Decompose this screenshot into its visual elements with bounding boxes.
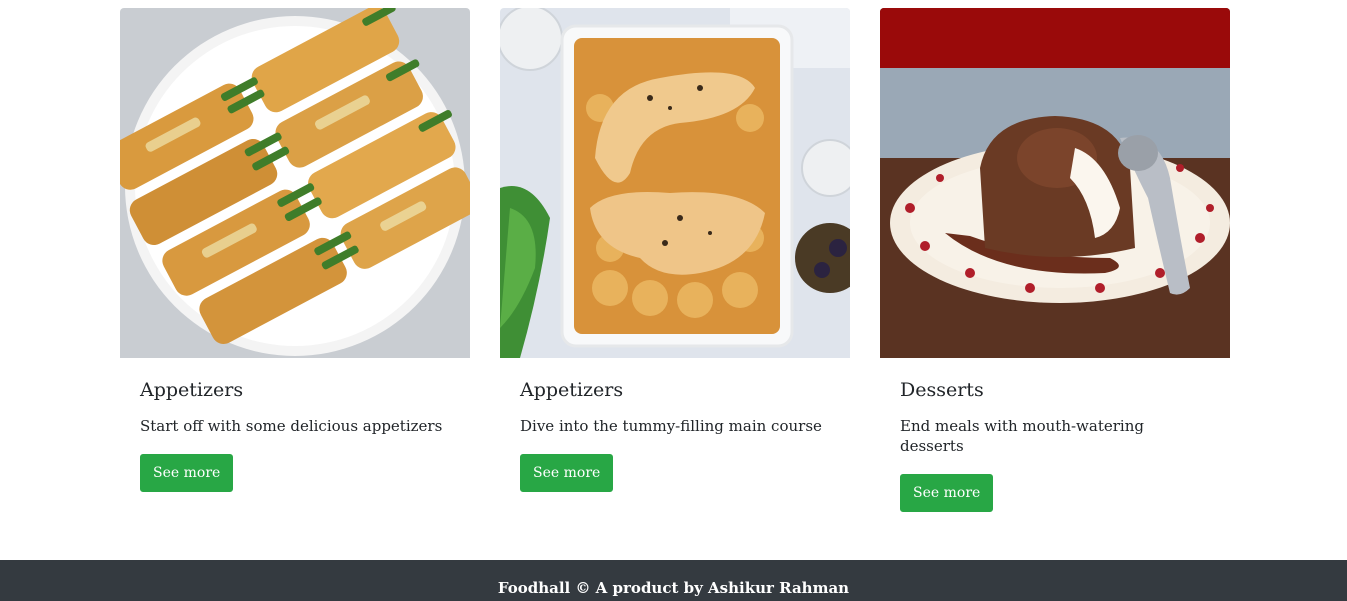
card-desserts: Desserts End meals with mouth-watering d… xyxy=(880,8,1230,512)
page: Appetizers Start off with some delicious… xyxy=(0,0,1347,601)
see-more-button-desserts[interactable]: See more xyxy=(900,474,994,512)
card-title: Appetizers xyxy=(140,379,244,401)
card-grid: Appetizers Start off with some delicious… xyxy=(120,8,1230,512)
card-text: End meals with mouth-watering desserts xyxy=(900,417,1144,455)
card-image-main-course xyxy=(500,8,850,358)
card-text: Start off with some delicious appetizers xyxy=(140,417,443,435)
card-image-appetizers xyxy=(120,8,470,358)
card-title: Desserts xyxy=(900,379,984,401)
see-more-button-appetizers[interactable]: See more xyxy=(140,454,234,492)
footer-text: Foodhall © A product by Ashikur Rahman xyxy=(497,579,850,597)
card-body: Desserts End meals with mouth-watering d… xyxy=(880,358,1230,512)
card-appetizers: Appetizers Start off with some delicious… xyxy=(120,8,470,512)
card-main-course: Appetizers Dive into the tummy-filling m… xyxy=(500,8,850,512)
card-body: Appetizers Start off with some delicious… xyxy=(120,358,470,492)
card-title: Appetizers xyxy=(520,379,624,401)
card-image-desserts xyxy=(880,8,1230,358)
see-more-button-main-course[interactable]: See more xyxy=(520,454,614,492)
footer: Foodhall © A product by Ashikur Rahman xyxy=(0,560,1347,601)
card-text: Dive into the tummy-filling main course xyxy=(520,417,822,435)
card-body: Appetizers Dive into the tummy-filling m… xyxy=(500,358,850,492)
